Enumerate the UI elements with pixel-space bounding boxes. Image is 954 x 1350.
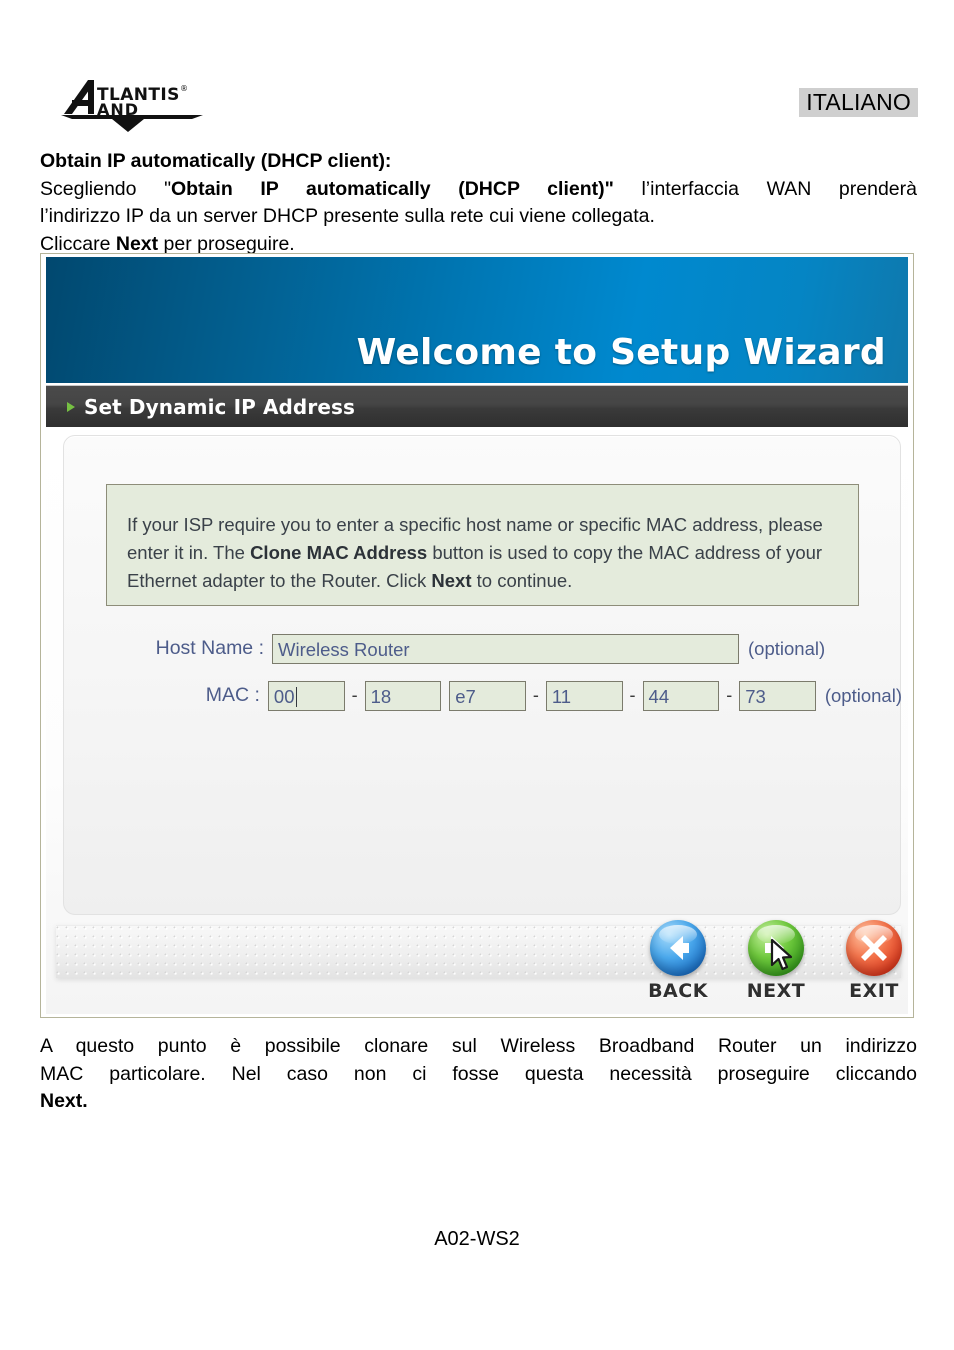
- notice-part-3: to continue.: [471, 570, 573, 591]
- mac-octet-6[interactable]: 73: [739, 680, 816, 711]
- mac-separator-1: -: [351, 685, 358, 705]
- host-name-input[interactable]: Wireless Router: [272, 633, 739, 664]
- outro-line-2: MAC particolare. Nel caso non ci fosse q…: [40, 1062, 917, 1085]
- svg-text:®: ®: [180, 84, 188, 93]
- wizard-form: Host Name : Wireless Router (optional) M…: [64, 632, 902, 726]
- mac-separator-3: -: [532, 685, 539, 705]
- mac-separator-5: -: [726, 685, 733, 705]
- host-name-optional-hint: (optional): [748, 637, 826, 659]
- notice-box: If your ISP require you to enter a speci…: [106, 484, 859, 606]
- wizard-banner: Welcome to Setup Wizard: [46, 257, 908, 383]
- exit-button-label: EXIT: [849, 980, 899, 1002]
- mac-octet-5[interactable]: 44: [642, 680, 720, 711]
- back-button[interactable]: BACK: [646, 920, 710, 1014]
- notice-bold-clone-mac: Clone MAC Address: [250, 542, 428, 563]
- intro-heading: Obtain IP automatically (DHCP client):: [40, 150, 392, 172]
- intro-text-block: Obtain IP automatically (DHCP client): S…: [40, 148, 917, 258]
- next-button-label: NEXT: [746, 980, 806, 1002]
- setup-wizard-screenshot: Welcome to Setup Wizard Set Dynamic IP A…: [40, 253, 914, 1018]
- intro-line-2: l’indirizzo IP da un server DHCP present…: [40, 205, 655, 227]
- banner-title: Welcome to Setup Wizard: [356, 332, 886, 373]
- exit-button[interactable]: EXIT: [842, 920, 906, 1014]
- wizard-body: If your ISP require you to enter a speci…: [46, 427, 908, 1014]
- arrow-right-icon: [748, 920, 804, 976]
- intro-line-1: Scegliendo "Obtain IP automatically (DHC…: [40, 177, 917, 200]
- mac-octet-3[interactable]: e7: [449, 680, 526, 711]
- text-caret: [295, 686, 297, 707]
- wizard-window: Welcome to Setup Wizard Set Dynamic IP A…: [46, 257, 908, 1014]
- section-header-bar: Set Dynamic IP Address: [46, 385, 908, 427]
- mac-address-row: MAC : 00 - 18 e7 - 11 - 44 - 73 (optiona…: [64, 679, 902, 712]
- mac-octet-4[interactable]: 11: [545, 680, 623, 711]
- outro-line-1: A questo punto è possibile clonare sul W…: [40, 1035, 917, 1057]
- page-footer-code: A02-WS2: [434, 1228, 520, 1250]
- arrow-left-icon: [650, 920, 706, 976]
- mac-label: MAC :: [205, 684, 260, 706]
- back-button-label: BACK: [648, 980, 708, 1002]
- next-button[interactable]: NEXT: [744, 920, 808, 1014]
- triangle-right-icon: [67, 401, 75, 412]
- wizard-navigation: BACK NEXT EXIT: [646, 920, 908, 1014]
- section-title: Set Dynamic IP Address: [84, 394, 355, 419]
- mac-octet-1[interactable]: 00: [267, 680, 345, 711]
- outro-line-3: Next.: [40, 1090, 88, 1112]
- close-x-icon: [846, 920, 902, 976]
- mac-optional-hint: (optional): [824, 684, 902, 706]
- wizard-content-panel: If your ISP require you to enter a speci…: [63, 435, 902, 915]
- host-name-row: Host Name : Wireless Router (optional): [64, 632, 902, 665]
- host-name-label: Host Name :: [155, 637, 264, 659]
- mac-octet-2[interactable]: 18: [364, 680, 442, 711]
- atlantis-land-logo: TLANTIS ® AND: [58, 74, 208, 136]
- language-badge: ITALIANO: [799, 88, 918, 118]
- page-header: TLANTIS ® AND ITALIANO: [0, 0, 954, 140]
- mac-separator-4: -: [629, 685, 636, 705]
- notice-bold-next: Next: [431, 570, 472, 591]
- outro-text-block: A questo punto è possibile clonare sul W…: [40, 1033, 917, 1116]
